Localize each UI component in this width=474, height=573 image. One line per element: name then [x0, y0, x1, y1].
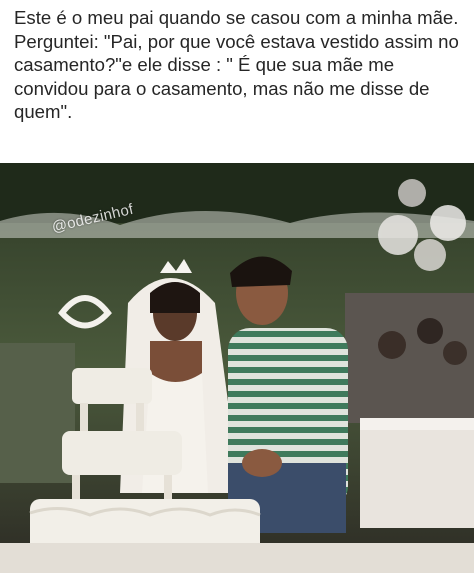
post-caption: Este é o meu pai quando se casou com a m…: [14, 6, 464, 124]
caption-line-2: Perguntei: "Pai, por que você estava ves…: [14, 30, 459, 123]
meme-post: Este é o meu pai quando se casou com a m…: [0, 0, 474, 573]
right-table: [360, 418, 474, 528]
caption-line-1: Este é o meu pai quando se casou com a m…: [14, 7, 459, 28]
wedding-photo[interactable]: @odezinhof: [0, 163, 474, 573]
front-table: [0, 543, 474, 573]
